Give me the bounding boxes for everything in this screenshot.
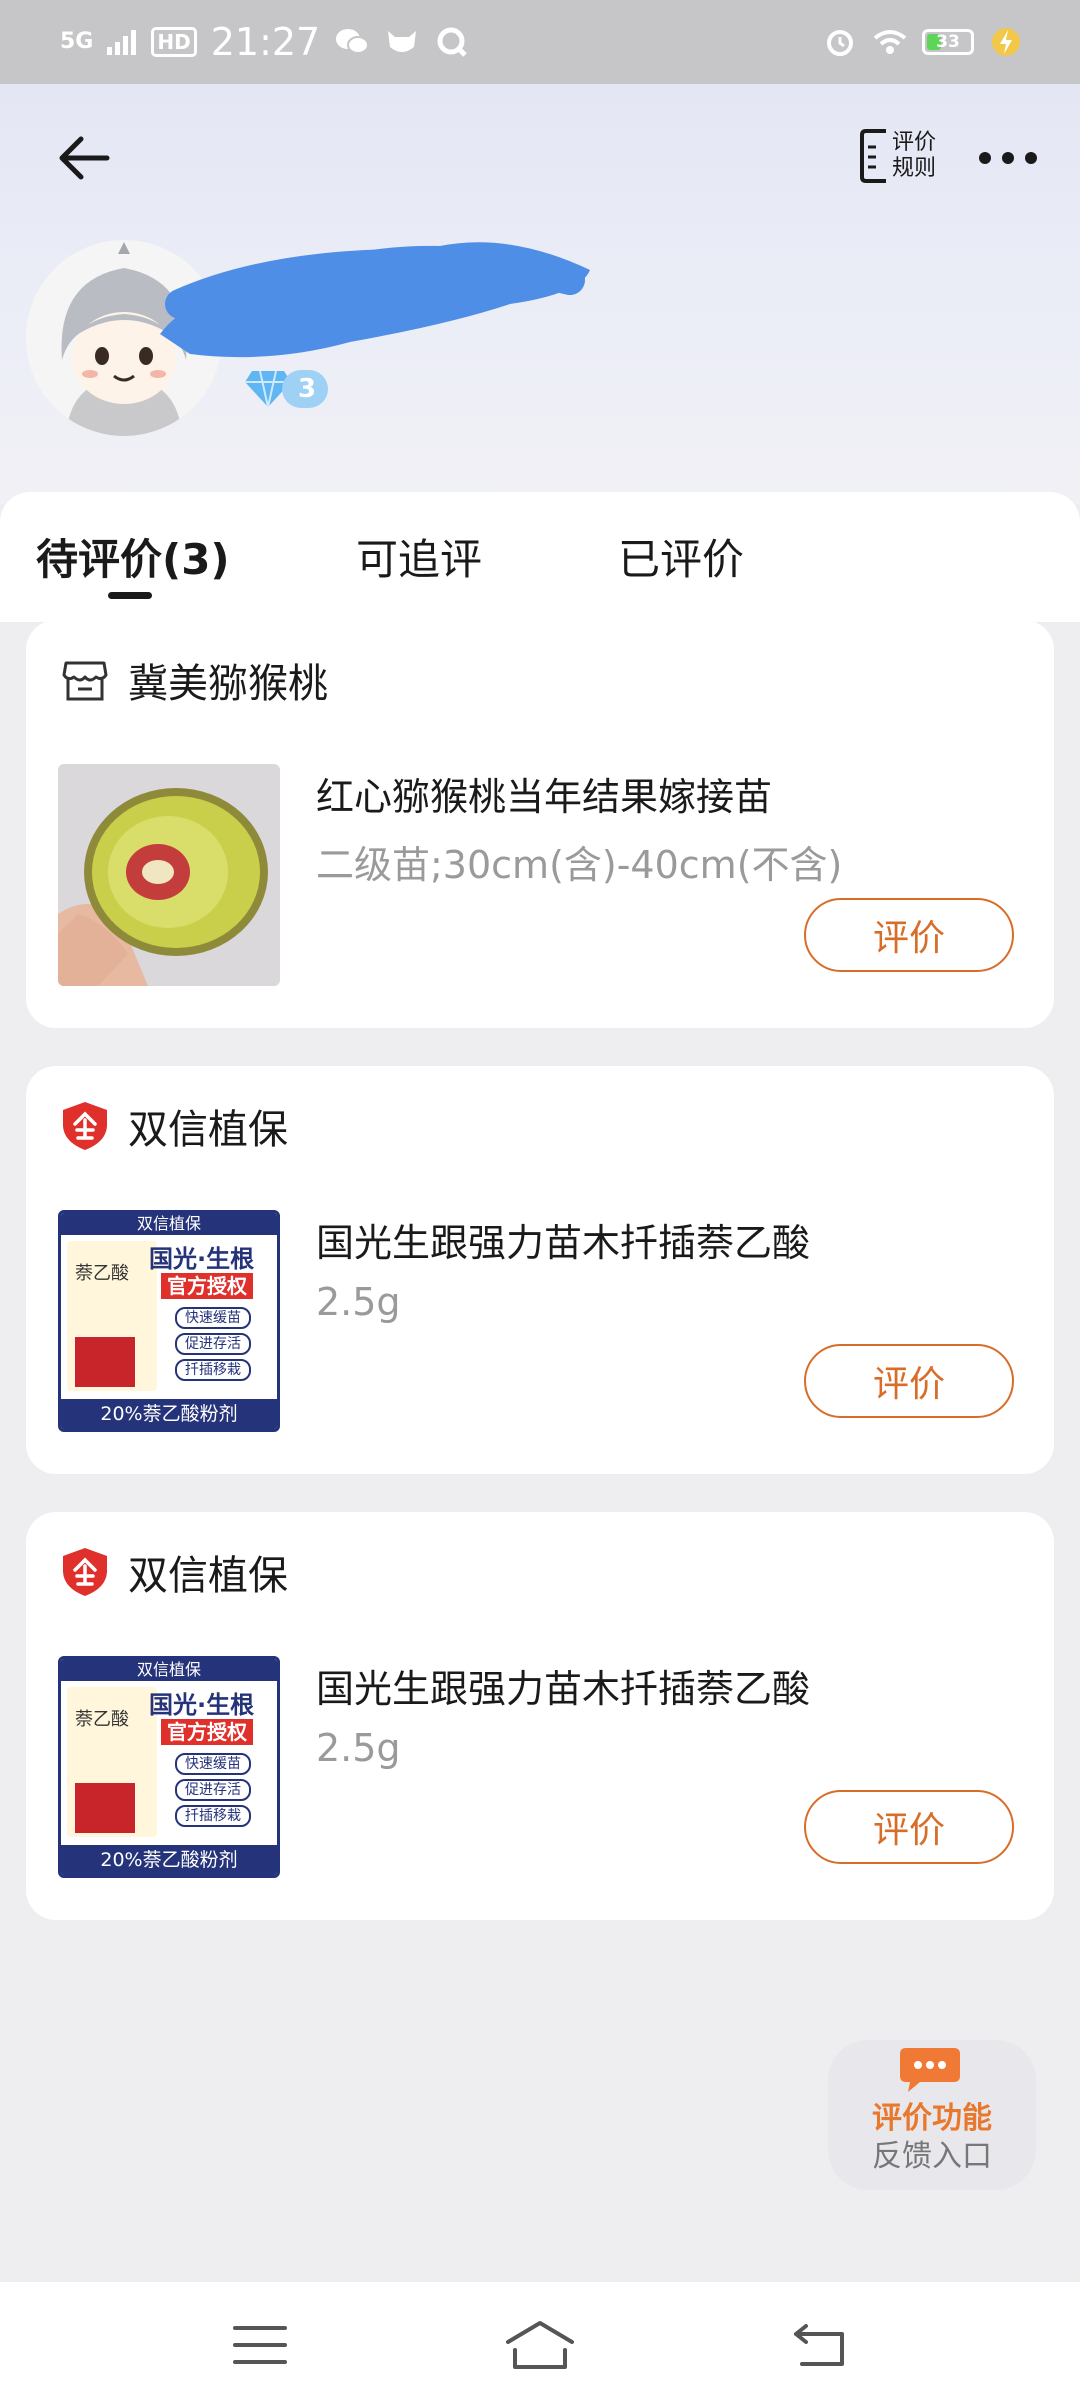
product-tag: 官方授权	[161, 1273, 253, 1299]
home-button[interactable]	[500, 2305, 580, 2385]
product-thumbnail[interactable]: 双信植保 萘乙酸 国光·生根 官方授权 快速缓苗 促进存活 扦插移栽 20%萘乙…	[58, 1210, 280, 1432]
review-button[interactable]: 评价	[804, 1344, 1014, 1418]
member-level-badge: 3	[244, 366, 329, 412]
product-bottom-banner: 20%萘乙酸粉剂	[61, 1399, 277, 1429]
home-icon	[506, 2321, 574, 2369]
feedback-label-line2: 反馈入口	[872, 2139, 992, 2174]
charging-icon	[988, 24, 1024, 60]
product-spec: 二级苗;30cm(含)-40cm(不含)	[316, 843, 843, 887]
review-rules-label: 评价 规则	[892, 130, 936, 182]
kiwi-fruit-image	[58, 764, 280, 986]
order-card[interactable]: 双信植保 双信植保 萘乙酸 国光·生根 官方授权 快速缓苗 促进存活 扦插移栽 …	[26, 1066, 1054, 1474]
alarm-icon	[822, 24, 858, 60]
rules-label-line2: 规则	[892, 156, 937, 181]
rules-label-line1: 评价	[892, 130, 937, 155]
return-icon	[794, 2324, 844, 2366]
product-headline: 国光·生根	[149, 1245, 255, 1273]
app-notification-icon	[384, 24, 420, 60]
status-right: 33	[822, 24, 1024, 60]
product-pack-label	[75, 1783, 135, 1833]
menu-button[interactable]	[220, 2305, 300, 2385]
back-arrow-icon	[59, 136, 110, 180]
status-bar: 5G HD 21:27 33	[0, 0, 1080, 84]
product-pack-name: 萘乙酸	[75, 1263, 129, 1284]
product-brand-banner: 双信植保	[61, 1213, 277, 1235]
document-icon	[860, 129, 886, 183]
review-button[interactable]: 评价	[804, 1790, 1014, 1864]
more-button[interactable]	[976, 142, 1040, 174]
shop-row[interactable]: 双信植保	[60, 1542, 288, 1602]
battery-level: 33	[936, 32, 960, 52]
status-time: 21:27	[210, 20, 321, 64]
system-nav-bar	[0, 2282, 1080, 2408]
chat-bubble-icon	[898, 2046, 962, 2098]
review-rules-button[interactable]: 评价 规则	[860, 118, 960, 194]
store-icon	[60, 655, 110, 705]
product-feature: 促进存活	[175, 1333, 251, 1355]
product-feature: 快速缓苗	[175, 1307, 251, 1329]
product-tag: 官方授权	[161, 1719, 253, 1745]
product-feature: 促进存活	[175, 1779, 251, 1801]
product-pack: 萘乙酸	[67, 1687, 157, 1837]
order-card[interactable]: 冀美猕猴桃 红心猕猴桃当年结果嫁接苗 二级苗;30cm(含)-40cm(不含) …	[26, 620, 1054, 1028]
product-spec: 2.5g	[316, 1280, 401, 1324]
tab-follow-up-review[interactable]: 可追评	[356, 526, 482, 587]
feedback-entry-button[interactable]: 评价功能 反馈入口	[828, 2040, 1036, 2190]
enterprise-shield-icon	[60, 1101, 110, 1151]
product-pack-name: 萘乙酸	[75, 1709, 129, 1730]
shop-row[interactable]: 双信植保	[60, 1096, 288, 1156]
product-spec: 2.5g	[316, 1726, 401, 1770]
network-indicator: 5G	[60, 29, 94, 54]
search-app-icon	[434, 24, 470, 60]
status-left: 5G HD 21:27	[60, 20, 470, 64]
product-title: 红心猕猴桃当年结果嫁接苗	[316, 775, 773, 819]
product-thumbnail[interactable]: 双信植保 萘乙酸 国光·生根 官方授权 快速缓苗 促进存活 扦插移栽 20%萘乙…	[58, 1656, 280, 1878]
shop-row[interactable]: 冀美猕猴桃	[60, 650, 328, 710]
product-thumbnail[interactable]	[58, 764, 280, 986]
tab-reviewed[interactable]: 已评价	[618, 526, 744, 587]
menu-icon	[233, 2326, 287, 2364]
product-headline: 国光·生根	[149, 1691, 255, 1719]
enterprise-shield-icon	[60, 1547, 110, 1597]
username-redaction	[150, 224, 610, 374]
feedback-label-line1: 评价功能	[872, 2101, 992, 2136]
active-tab-indicator	[108, 592, 152, 599]
product-feature: 扦插移栽	[175, 1359, 251, 1381]
review-button[interactable]: 评价	[804, 898, 1014, 972]
battery-indicator: 33	[922, 29, 974, 55]
signal-icon	[107, 30, 137, 55]
product-feature: 扦插移栽	[175, 1805, 251, 1827]
shop-name: 冀美猕猴桃	[128, 661, 328, 707]
wechat-icon	[334, 24, 370, 60]
product-title: 国光生跟强力苗木扦插萘乙酸	[316, 1221, 811, 1265]
back-nav-button[interactable]	[780, 2305, 860, 2385]
hd-badge: HD	[151, 27, 197, 57]
product-pack-label	[75, 1337, 135, 1387]
review-tabs: 待评价(3) 可追评 已评价	[0, 492, 1080, 622]
product-bottom-banner: 20%萘乙酸粉剂	[61, 1845, 277, 1875]
member-level: 3	[282, 370, 329, 408]
shop-name: 双信植保	[128, 1553, 288, 1599]
shop-name: 双信植保	[128, 1107, 288, 1153]
more-dots-icon	[979, 152, 1037, 164]
back-button[interactable]	[52, 126, 116, 190]
profile-header: 评价 规则 3	[0, 84, 1080, 504]
tab-pending-review[interactable]: 待评价(3)	[36, 526, 230, 587]
order-card[interactable]: 双信植保 双信植保 萘乙酸 国光·生根 官方授权 快速缓苗 促进存活 扦插移栽 …	[26, 1512, 1054, 1920]
wifi-icon	[872, 24, 908, 60]
product-brand-banner: 双信植保	[61, 1659, 277, 1681]
product-title: 国光生跟强力苗木扦插萘乙酸	[316, 1667, 811, 1711]
product-feature: 快速缓苗	[175, 1753, 251, 1775]
product-pack: 萘乙酸	[67, 1241, 157, 1391]
